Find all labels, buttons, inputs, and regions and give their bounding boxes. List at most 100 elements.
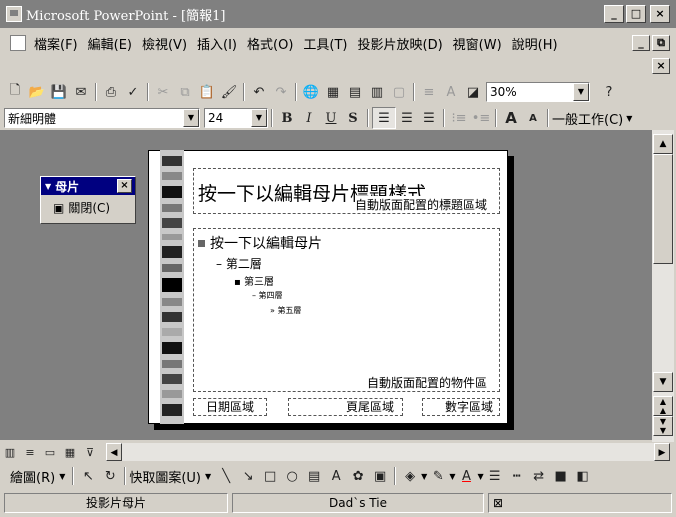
menu-slideshow[interactable]: 投影片放映(D) <box>358 34 443 53</box>
align-right-icon[interactable]: ☰ <box>418 108 440 128</box>
save-icon[interactable]: 💾 <box>48 82 70 102</box>
numbering-icon[interactable]: ⁝≡ <box>448 108 470 128</box>
show-formatting-icon[interactable]: A <box>440 82 462 102</box>
picture-icon[interactable]: ▣ <box>369 466 391 486</box>
bullets-icon[interactable]: •≡ <box>470 108 492 128</box>
email-icon[interactable]: ✉ <box>70 82 92 102</box>
increase-font-icon[interactable]: A <box>500 108 522 128</box>
document-icon[interactable] <box>10 35 26 51</box>
line-icon[interactable]: ╲ <box>215 466 237 486</box>
scroll-left-icon[interactable]: ◀ <box>106 443 122 461</box>
date-placeholder[interactable]: 日期區域 <box>193 398 267 416</box>
insert-chart-icon[interactable]: ▥ <box>366 82 388 102</box>
chevron-down-icon[interactable]: ▼ <box>183 109 199 127</box>
tables-borders-icon[interactable]: ▦ <box>322 82 344 102</box>
line-color-icon[interactable]: ✎ <box>427 466 449 486</box>
bold-button[interactable]: B <box>276 108 298 128</box>
clipart-icon[interactable]: ✿ <box>347 466 369 486</box>
hyperlink-icon[interactable]: 🌐 <box>300 82 322 102</box>
font-select[interactable]: 新細明體 ▼ <box>4 108 200 128</box>
line-style-icon[interactable]: ☰ <box>484 466 506 486</box>
footer-placeholder[interactable]: 頁尾區域 <box>288 398 403 416</box>
new-icon[interactable]: 🗋 <box>4 82 26 102</box>
decrease-font-icon[interactable]: A <box>522 108 544 128</box>
format-painter-icon[interactable]: 🖌 <box>218 82 240 102</box>
open-icon[interactable]: 📂 <box>26 82 48 102</box>
shadow-icon[interactable]: ■ <box>550 466 572 486</box>
paste-icon[interactable]: 📋 <box>196 82 218 102</box>
wordart-icon[interactable]: A <box>325 466 347 486</box>
new-slide-icon[interactable]: ▢ <box>388 82 410 102</box>
underline-button[interactable]: U <box>320 108 342 128</box>
master-toolbar-close-icon[interactable]: × <box>117 179 132 193</box>
cut-icon[interactable]: ✂ <box>152 82 174 102</box>
horizontal-scrollbar[interactable] <box>122 443 654 461</box>
textbox-icon[interactable]: ▤ <box>303 466 325 486</box>
menu-edit[interactable]: 編輯(E) <box>88 34 132 53</box>
shadow-button[interactable]: S <box>342 108 364 128</box>
doc-minimize-button[interactable]: _ <box>632 35 650 51</box>
doc-restore-button[interactable]: ⧉ <box>652 35 670 51</box>
chevron-down-icon[interactable]: ▼ <box>573 83 589 101</box>
menu-tools[interactable]: 工具(T) <box>303 34 347 53</box>
autoshapes-button[interactable]: 快取圖案(U) <box>129 467 201 486</box>
menu-format[interactable]: 格式(O) <box>247 34 293 53</box>
maximize-button[interactable]: □ <box>626 5 646 23</box>
menu-help[interactable]: 說明(H) <box>512 34 558 53</box>
slide-sorter-view-icon[interactable]: ▦ <box>60 442 80 462</box>
slide-show-view-icon[interactable]: ⊽ <box>80 442 100 462</box>
slide-view-icon[interactable]: ▭ <box>40 442 60 462</box>
next-slide-icon[interactable]: ▼ ▼ <box>653 416 673 436</box>
align-left-icon[interactable]: ☰ <box>372 107 396 129</box>
menu-insert[interactable]: 插入(I) <box>197 34 237 53</box>
print-icon[interactable]: ⎙ <box>100 82 122 102</box>
draw-menu-button[interactable]: 繪圖(R) <box>10 467 55 486</box>
help-icon[interactable]: ? <box>598 82 620 102</box>
3d-icon[interactable]: ◧ <box>572 466 594 486</box>
italic-button[interactable]: I <box>298 108 320 128</box>
powerpoint-app-icon[interactable] <box>6 6 22 22</box>
normal-view-icon[interactable]: ▥ <box>0 442 20 462</box>
menu-file[interactable]: 檔案(F) <box>34 34 78 53</box>
chevron-down-icon[interactable]: ▼ <box>626 114 632 123</box>
doc-close-button[interactable]: × <box>652 58 670 74</box>
title-placeholder[interactable]: 按一下以編輯母片標題樣式 自動版面配置的標題區域 <box>193 168 500 214</box>
copy-icon[interactable]: ⧉ <box>174 82 196 102</box>
font-size-select[interactable]: 24 ▼ <box>204 108 268 128</box>
master-floating-toolbar[interactable]: ▼ 母片 × ▣ 關閉(C) <box>40 176 136 224</box>
undo-icon[interactable]: ↶ <box>248 82 270 102</box>
scroll-right-icon[interactable]: ▶ <box>654 443 670 461</box>
chevron-down-icon[interactable]: ▼ <box>251 109 267 127</box>
fill-color-icon[interactable]: ◈ <box>399 466 421 486</box>
chevron-down-icon[interactable]: ▼ <box>205 472 211 481</box>
close-button[interactable]: × <box>650 5 670 23</box>
redo-icon[interactable]: ↷ <box>270 82 292 102</box>
zoom-select[interactable]: 30% ▼ <box>486 82 590 102</box>
expand-all-icon[interactable]: ≡ <box>418 82 440 102</box>
scroll-thumb[interactable] <box>653 154 673 264</box>
arrow-style-icon[interactable]: ⇄ <box>528 466 550 486</box>
scroll-down-icon[interactable]: ▼ <box>653 372 673 392</box>
oval-icon[interactable]: ○ <box>281 466 303 486</box>
menu-window[interactable]: 視窗(W) <box>453 34 502 53</box>
slide-number-placeholder[interactable]: 數字區域 <box>422 398 500 416</box>
insert-table-icon[interactable]: ▤ <box>344 82 366 102</box>
align-center-icon[interactable]: ☰ <box>396 108 418 128</box>
font-color-icon[interactable]: A <box>455 466 477 486</box>
vertical-scrollbar[interactable]: ▲ ▼ ▲ ▲ ▼ ▼ <box>652 130 674 442</box>
free-rotate-icon[interactable]: ↻ <box>99 466 121 486</box>
outline-view-icon[interactable]: ≡ <box>20 442 40 462</box>
body-placeholder[interactable]: 按一下以編輯母片 – 第二層 ▪ 第三層 – 第四層 » 第五層 自動版面配置的… <box>193 228 500 392</box>
spelling-icon[interactable]: ✓ <box>122 82 144 102</box>
grayscale-icon[interactable]: ◪ <box>462 82 484 102</box>
select-objects-icon[interactable]: ↖ <box>77 466 99 486</box>
menu-view[interactable]: 檢視(V) <box>142 34 187 53</box>
minimize-button[interactable]: _ <box>604 5 624 23</box>
scroll-up-icon[interactable]: ▲ <box>653 134 673 154</box>
arrow-icon[interactable]: ↘ <box>237 466 259 486</box>
chevron-down-icon[interactable]: ▼ <box>59 472 65 481</box>
dash-style-icon[interactable]: ┅ <box>506 466 528 486</box>
close-master-view-button[interactable]: ▣ 關閉(C) <box>41 195 135 216</box>
previous-slide-icon[interactable]: ▲ ▲ <box>653 396 673 416</box>
rectangle-icon[interactable]: □ <box>259 466 281 486</box>
